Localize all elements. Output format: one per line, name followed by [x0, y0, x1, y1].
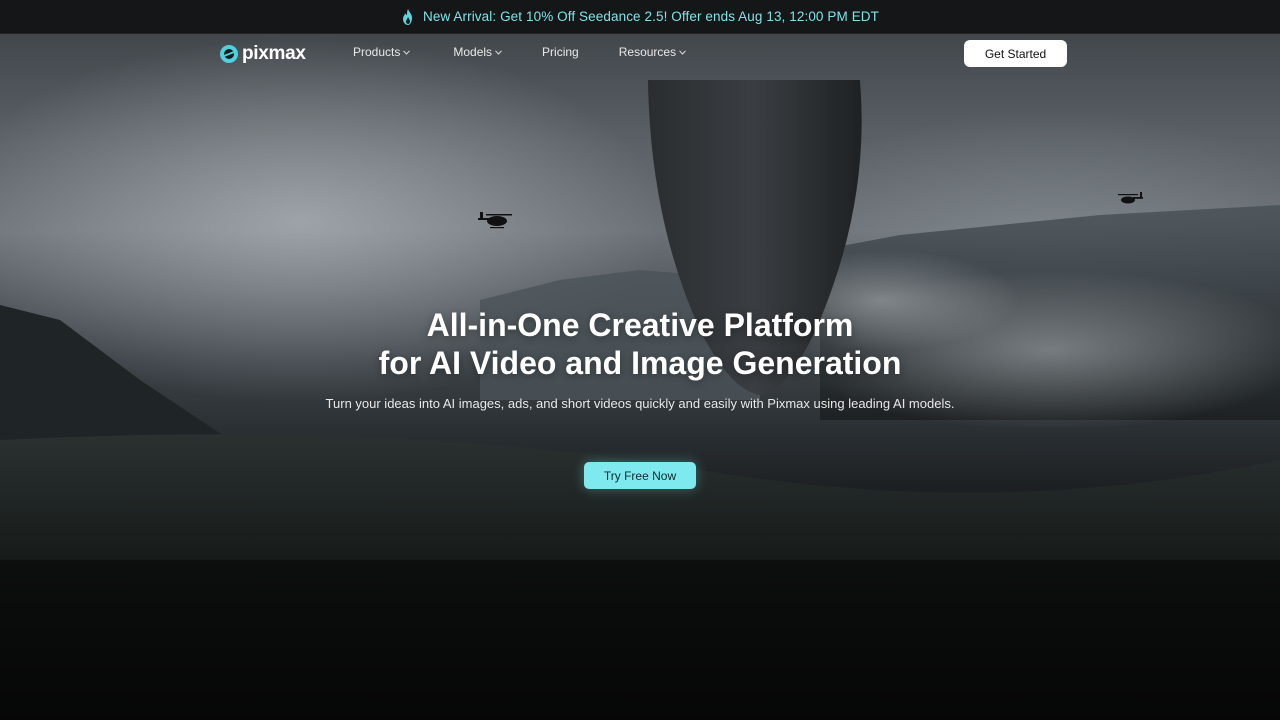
- nav-item-pricing[interactable]: Pricing: [542, 45, 579, 59]
- nav-item-label: Products: [353, 45, 401, 59]
- logo-text: pixmax: [242, 43, 306, 64]
- nav-item-label: Pricing: [542, 45, 579, 59]
- hero-title-line-1: All-in-One Creative Platform: [426, 307, 854, 343]
- hero-subtitle: Turn your ideas into AI images, ads, and…: [325, 396, 955, 411]
- nav-item-models[interactable]: Models: [453, 45, 502, 59]
- hero-title-line-2: for AI Video and Image Generation: [378, 345, 902, 381]
- main-menu: Products Models Pricing Resources: [353, 45, 686, 59]
- top-navbar: pixmax Products Models Pricing Resources…: [0, 34, 1280, 72]
- announcement-banner[interactable]: New Arrival: Get 10% Off Seedance 2.5! O…: [0, 0, 1280, 34]
- nav-item-label: Models: [453, 45, 493, 59]
- pixmax-logo-icon: [220, 45, 238, 63]
- pixmax-logo[interactable]: pixmax: [220, 43, 306, 65]
- chevron-down-icon: [679, 49, 686, 55]
- nav-item-products[interactable]: Products: [353, 45, 411, 59]
- banner-text: New Arrival: Get 10% Off Seedance 2.5! O…: [423, 9, 879, 24]
- chevron-down-icon: [495, 49, 502, 55]
- try-free-now-button[interactable]: Try Free Now: [584, 462, 696, 489]
- chevron-down-icon: [403, 49, 411, 55]
- landing-page: New Arrival: Get 10% Off Seedance 2.5! O…: [0, 0, 1280, 720]
- hero-title: All-in-One Creative Platform for AI Vide…: [0, 306, 1280, 382]
- get-started-button[interactable]: Get Started: [964, 40, 1067, 67]
- nav-item-label: Resources: [618, 45, 677, 59]
- nav-item-resources[interactable]: Resources: [619, 45, 686, 59]
- fire-icon: [403, 8, 412, 25]
